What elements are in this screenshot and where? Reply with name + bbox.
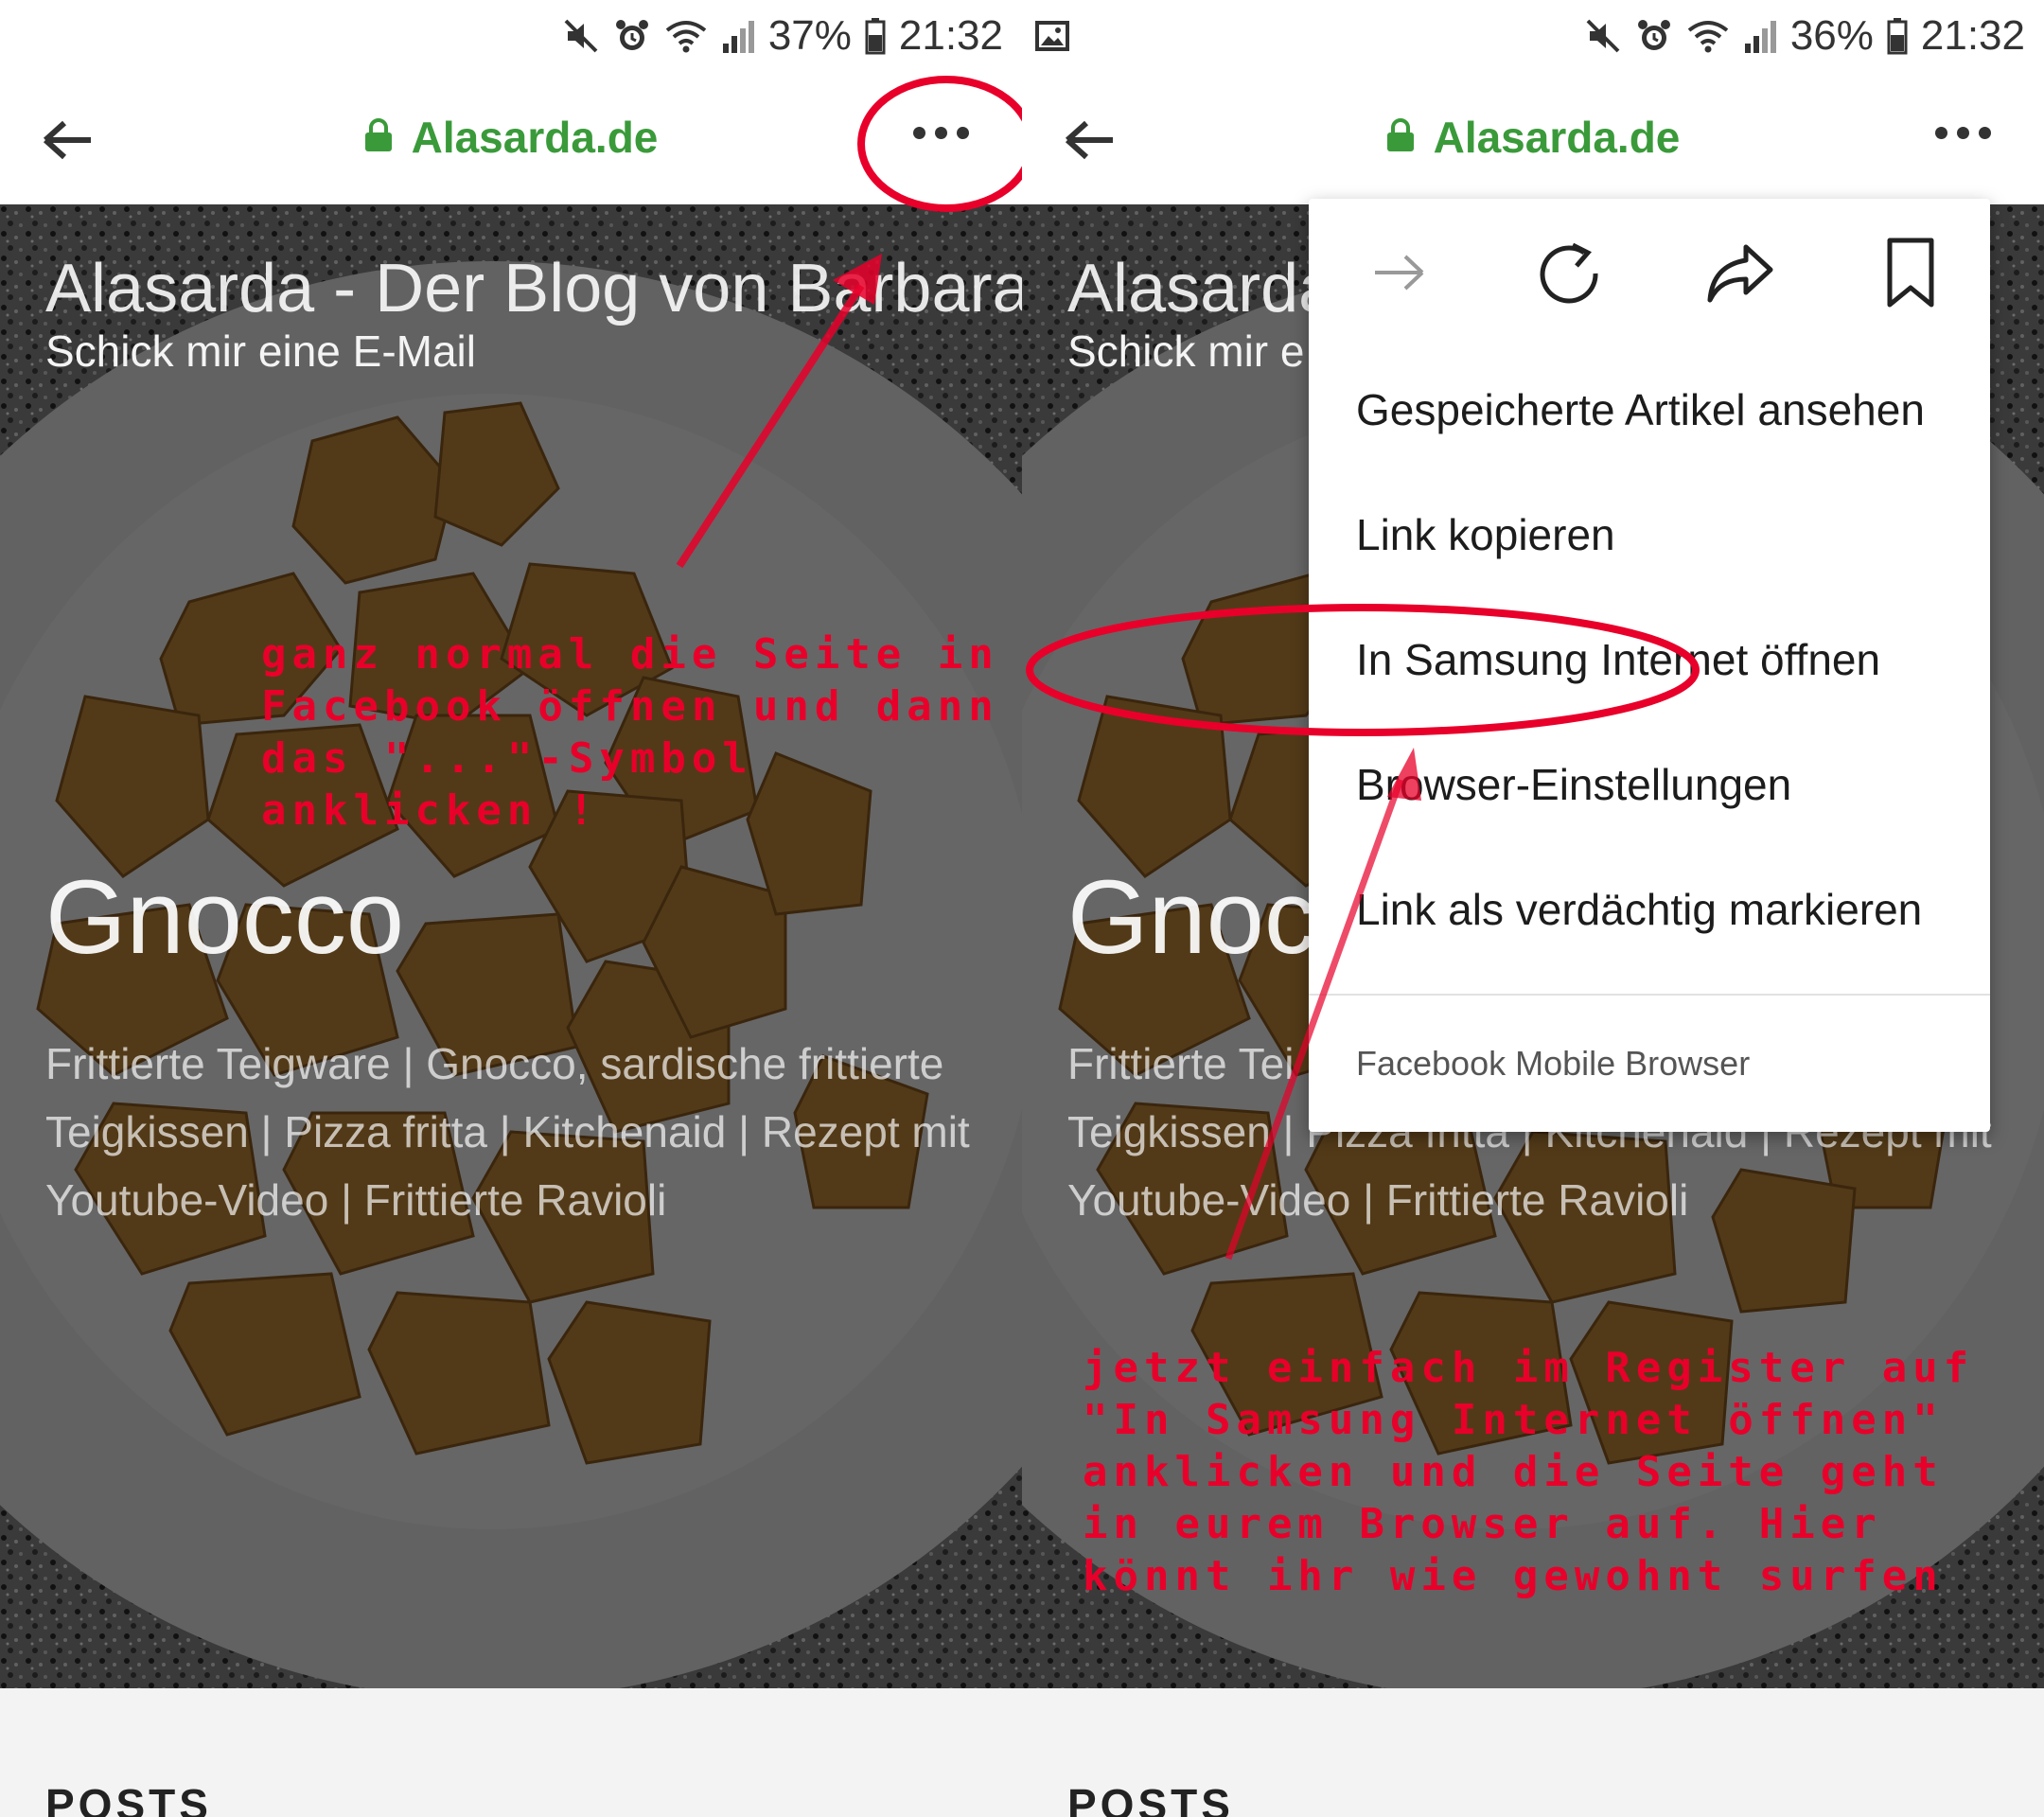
post-tags-line: Youtube-Video | Frittierte Ravioli bbox=[1067, 1175, 1689, 1225]
bookmark-icon[interactable] bbox=[1873, 235, 1948, 310]
reload-icon[interactable] bbox=[1532, 235, 1608, 310]
clock: 21:32 bbox=[898, 12, 1003, 59]
signal-icon bbox=[1743, 17, 1777, 55]
menu-item-browser-settings[interactable]: Browser-Einstellungen bbox=[1356, 759, 1791, 810]
site-domain: Alasarda.de bbox=[0, 112, 1022, 163]
browser-options-menu: Gespeicherte Artikel ansehen Link kopier… bbox=[1309, 199, 1990, 1132]
email-link[interactable]: Schick mir eine E-Mail bbox=[45, 326, 476, 377]
share-icon[interactable] bbox=[1702, 235, 1778, 310]
menu-item-open-in-samsung-internet[interactable]: In Samsung Internet öffnen bbox=[1356, 634, 1880, 685]
menu-item-saved-articles[interactable]: Gespeicherte Artikel ansehen bbox=[1356, 384, 1925, 435]
dot bbox=[957, 127, 969, 139]
lock-icon bbox=[1386, 112, 1415, 163]
instruction-annotation: ganz normal die Seite in Facebook öffnen… bbox=[261, 630, 999, 835]
gallery-icon bbox=[1035, 19, 1069, 58]
posts-section: POSTS bbox=[1022, 1688, 2044, 1817]
wifi-icon bbox=[664, 17, 708, 55]
battery-percent: 36% bbox=[1789, 12, 1874, 59]
browser-toolbar: Alasarda.de bbox=[0, 74, 1022, 204]
battery-icon bbox=[1887, 17, 1908, 55]
menu-footer: Facebook Mobile Browser bbox=[1356, 1044, 1751, 1083]
menu-icon-row bbox=[1309, 199, 1990, 350]
mute-icon bbox=[562, 17, 600, 55]
posts-heading: POSTS bbox=[1067, 1780, 1234, 1817]
posts-section: POSTS bbox=[0, 1688, 1022, 1817]
screenshot-step-2: 36% 21:32 Alasarda.de Alasarda Schick mi… bbox=[1022, 0, 2044, 1817]
dot bbox=[935, 127, 947, 139]
blog-title[interactable]: Alasarda - Der Blog von Barbara bbox=[45, 250, 1022, 327]
dot bbox=[1957, 127, 1969, 139]
menu-item-copy-link[interactable]: Link kopieren bbox=[1356, 509, 1615, 560]
posts-heading: POSTS bbox=[45, 1780, 212, 1817]
dot bbox=[1935, 127, 1947, 139]
battery-percent: 37% bbox=[767, 12, 852, 59]
site-domain-text: Alasarda.de bbox=[411, 113, 659, 162]
lock-icon bbox=[364, 112, 393, 163]
menu-divider bbox=[1309, 994, 1990, 996]
instruction-annotation-text: jetzt einfach im Register auf "In Samsun… bbox=[1083, 1344, 1975, 1600]
clock: 21:32 bbox=[1920, 12, 2025, 59]
more-options-button[interactable] bbox=[913, 127, 979, 155]
site-domain-text: Alasarda.de bbox=[1433, 113, 1681, 162]
hero-banner: Alasarda - Der Blog von Barbara Schick m… bbox=[0, 204, 1022, 1688]
mute-icon bbox=[1584, 17, 1622, 55]
post-tags[interactable]: Frittierte Teigware | Gnocco, sardische … bbox=[45, 1030, 992, 1234]
dot bbox=[1979, 127, 1991, 139]
wifi-icon bbox=[1686, 17, 1730, 55]
forward-icon[interactable] bbox=[1362, 235, 1437, 310]
post-title[interactable]: Gnocco bbox=[45, 857, 404, 978]
battery-icon bbox=[865, 17, 886, 55]
browser-toolbar: Alasarda.de bbox=[1022, 74, 2044, 204]
blog-title[interactable]: Alasarda bbox=[1067, 250, 1336, 327]
dot bbox=[913, 127, 925, 139]
menu-item-report-link[interactable]: Link als verdächtig markieren bbox=[1356, 884, 1922, 935]
site-domain: Alasarda.de bbox=[1022, 112, 2044, 163]
more-options-button[interactable] bbox=[1935, 127, 2001, 155]
status-bar: 37% 21:32 bbox=[0, 0, 1022, 74]
alarm-icon bbox=[613, 17, 651, 55]
screenshot-step-1: 37% 21:32 Alasarda.de Alasarda - Der Blo… bbox=[0, 0, 1022, 1817]
signal-icon bbox=[721, 17, 755, 55]
alarm-icon bbox=[1635, 17, 1673, 55]
status-bar: 36% 21:32 bbox=[1022, 0, 2044, 74]
email-link[interactable]: Schick mir e bbox=[1067, 326, 1304, 377]
